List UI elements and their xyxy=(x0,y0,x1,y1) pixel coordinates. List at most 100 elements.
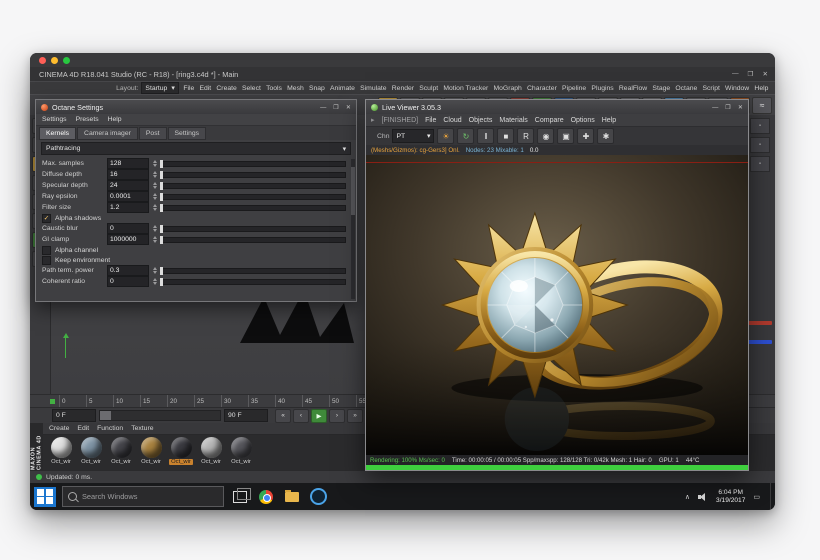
material-tile[interactable]: Oct_wir xyxy=(47,437,75,468)
mac-minimize-button[interactable] xyxy=(51,56,58,64)
octane-tab[interactable]: Camera imager xyxy=(77,127,138,140)
timeline-start-frame[interactable]: 0 F xyxy=(52,409,96,422)
material-menu-item[interactable]: Function xyxy=(97,425,123,432)
menu-item[interactable]: File xyxy=(181,85,197,92)
menu-item[interactable]: Plugins xyxy=(589,85,616,92)
menu-item[interactable]: Select xyxy=(239,85,263,92)
volume-icon[interactable] xyxy=(698,492,708,501)
file-explorer-button[interactable] xyxy=(282,487,302,507)
toolbar-icon[interactable]: ≈ xyxy=(752,96,772,114)
dock-tab-icon[interactable]: ▪ xyxy=(750,156,770,172)
menu-item[interactable]: Character xyxy=(524,85,559,92)
live-viewer-menu-item[interactable]: Materials xyxy=(499,117,527,124)
live-viewer-tool-icon[interactable]: ▣ xyxy=(557,128,575,144)
parameter-slider[interactable] xyxy=(161,160,346,167)
lv-maximize-button[interactable]: ❐ xyxy=(725,104,731,111)
parameter-slider[interactable] xyxy=(161,171,346,178)
octane-menu-item[interactable]: Presets xyxy=(76,116,99,123)
spinner-icon[interactable] xyxy=(152,267,158,274)
taskbar-clock[interactable]: 6:04 PM 3/19/2017 xyxy=(716,489,745,505)
menu-item[interactable]: Mesh xyxy=(285,85,307,92)
live-viewer-tool-icon[interactable]: ‖ xyxy=(477,128,495,144)
menu-item[interactable]: MoGraph xyxy=(491,85,525,92)
lv-minimize-button[interactable]: — xyxy=(712,104,718,111)
menu-item[interactable]: Snap xyxy=(306,85,327,92)
material-menu-item[interactable]: Create xyxy=(49,425,69,432)
parameter-value-field[interactable]: 128 xyxy=(107,158,149,169)
transport-button[interactable]: » xyxy=(347,408,363,423)
show-desktop-button[interactable] xyxy=(770,483,775,510)
material-tile[interactable]: Oct_wir xyxy=(197,437,225,468)
close-button[interactable]: ✕ xyxy=(762,70,768,78)
menu-item[interactable]: Tools xyxy=(263,85,284,92)
transport-button[interactable]: › xyxy=(329,408,345,423)
maximize-button[interactable]: ❐ xyxy=(748,70,754,78)
spinner-icon[interactable] xyxy=(152,182,158,189)
octane-dialog-titlebar[interactable]: Octane Settings — ❐ ✕ xyxy=(36,100,356,114)
dialog-minimize-button[interactable]: — xyxy=(320,104,326,111)
dock-tab-icon[interactable]: ▪ xyxy=(750,137,770,153)
dialog-maximize-button[interactable]: ❐ xyxy=(333,104,339,111)
chrome-app-button[interactable] xyxy=(256,487,276,507)
material-tile[interactable]: Oct_wir xyxy=(77,437,105,468)
material-menu-item[interactable]: Edit xyxy=(77,425,89,432)
parameter-value-field[interactable]: 1.2 xyxy=(107,202,149,213)
task-view-button[interactable] xyxy=(230,487,251,507)
live-viewer-menu-item[interactable]: File xyxy=(425,117,436,124)
channel-select[interactable]: PT ▾ xyxy=(392,129,435,143)
material-menu-item[interactable]: Texture xyxy=(131,425,153,432)
live-viewer-tool-icon[interactable]: ✚ xyxy=(577,128,595,144)
live-viewer-menu-item[interactable]: Help xyxy=(602,117,616,124)
menu-item[interactable]: Script xyxy=(700,85,723,92)
checkbox[interactable] xyxy=(42,213,51,223)
live-viewer-menu-item[interactable]: Objects xyxy=(469,117,493,124)
menu-item[interactable]: Motion Tracker xyxy=(441,85,491,92)
checkbox[interactable] xyxy=(42,255,51,265)
spinner-icon[interactable] xyxy=(152,204,158,211)
octane-tab[interactable]: Post xyxy=(138,127,167,140)
spinner-icon[interactable] xyxy=(152,160,158,167)
live-viewer-menu-item[interactable]: Compare xyxy=(535,117,564,124)
parameter-value-field[interactable]: 1000000 xyxy=(107,234,149,245)
spinner-icon[interactable] xyxy=(152,278,158,285)
parameter-slider[interactable] xyxy=(161,236,346,243)
mac-zoom-button[interactable] xyxy=(63,56,70,64)
live-viewer-tool-icon[interactable]: ↻ xyxy=(457,128,475,144)
menu-item[interactable]: Octane xyxy=(673,85,700,92)
octane-tab[interactable]: Kernels xyxy=(39,127,77,140)
menu-item[interactable]: Animate xyxy=(327,85,357,92)
octane-menu-item[interactable]: Help xyxy=(108,116,122,123)
material-tile[interactable]: Oct_wir xyxy=(227,437,255,468)
material-tile[interactable]: Oct_wir xyxy=(167,437,195,468)
menu-item[interactable]: Sculpt xyxy=(417,85,441,92)
menu-item[interactable]: Edit xyxy=(197,85,214,92)
live-viewer-tool-icon[interactable]: ☀ xyxy=(437,128,455,144)
live-viewer-titlebar[interactable]: Live Viewer 3.05.3 — ❐ ✕ xyxy=(366,100,748,114)
parameter-value-field[interactable]: 0 xyxy=(107,223,149,234)
spinner-icon[interactable] xyxy=(152,225,158,232)
live-viewer-tool-icon[interactable]: R xyxy=(517,128,535,144)
menu-item[interactable]: Stage xyxy=(650,85,673,92)
parameter-slider[interactable] xyxy=(161,182,346,189)
start-button[interactable] xyxy=(34,486,56,507)
parameter-slider[interactable] xyxy=(161,267,346,274)
material-tile[interactable]: Oct_wir xyxy=(107,437,135,468)
menu-item[interactable]: RealFlow xyxy=(616,85,650,92)
material-tile[interactable]: Oct_wir xyxy=(137,437,165,468)
live-viewer-menu-item[interactable]: Cloud xyxy=(443,117,461,124)
live-viewer-tool-icon[interactable]: ■ xyxy=(497,128,515,144)
timeline-end-frame[interactable]: 90 F xyxy=(224,409,268,422)
live-viewer-tool-icon[interactable]: ◉ xyxy=(537,128,555,144)
octane-tab[interactable]: Settings xyxy=(167,127,207,140)
spinner-icon[interactable] xyxy=(152,236,158,243)
kernel-type-dropdown[interactable]: Pathtracing ▾ xyxy=(41,142,351,155)
menu-item[interactable]: Simulate xyxy=(358,85,390,92)
dock-tab-icon[interactable]: ▪ xyxy=(750,118,770,134)
render-preview-area[interactable] xyxy=(366,155,748,455)
minimize-button[interactable]: — xyxy=(732,70,739,78)
parameter-slider[interactable] xyxy=(161,278,346,285)
checkbox[interactable] xyxy=(42,245,51,255)
live-viewer-menu-item[interactable]: Options xyxy=(571,117,595,124)
dialog-scrollbar[interactable] xyxy=(351,159,355,299)
menu-item[interactable]: Render xyxy=(389,85,416,92)
